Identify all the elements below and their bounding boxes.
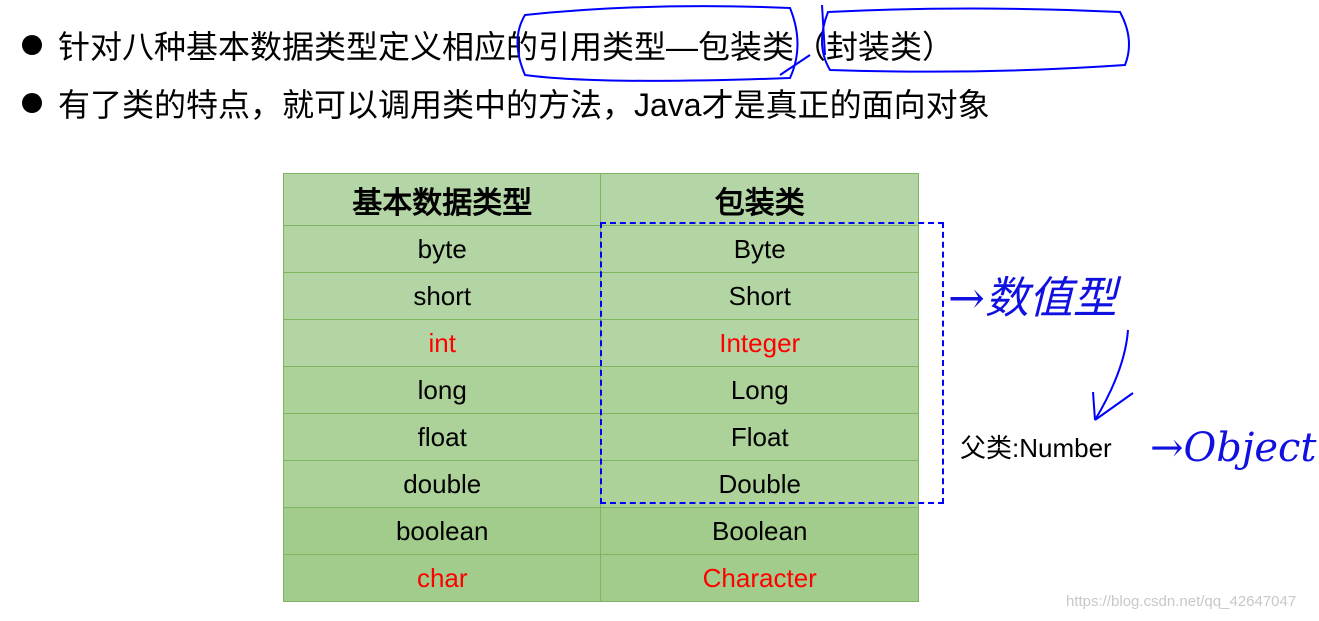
down-arrow-icon <box>1092 329 1134 421</box>
circle-mark-1 <box>516 5 799 82</box>
circle-mark-2 <box>821 7 1130 73</box>
handwritten-ink <box>516 4 1134 421</box>
stroke-mark <box>779 4 826 76</box>
watermark: https://blog.csdn.net/qq_42647047 <box>1066 593 1297 610</box>
